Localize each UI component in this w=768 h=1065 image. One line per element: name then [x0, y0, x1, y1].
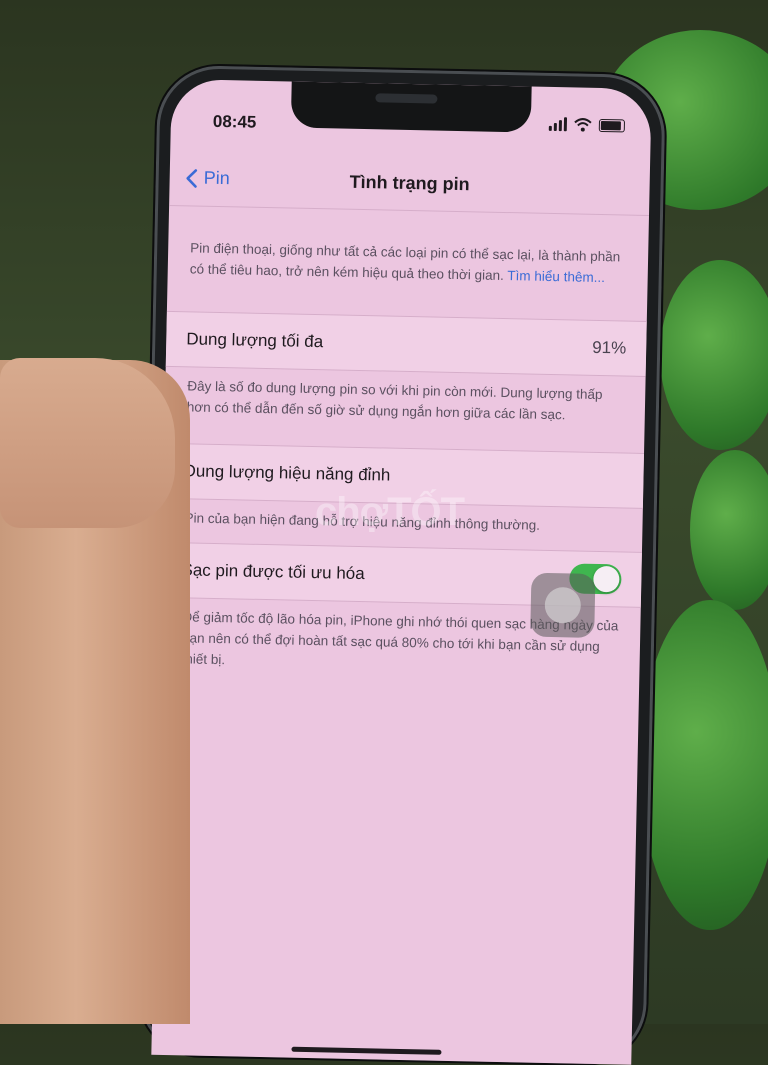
status-time: 08:45	[212, 111, 257, 132]
max-capacity-value: 91%	[592, 337, 627, 358]
max-capacity-label: Dung lượng tối đa	[186, 329, 324, 352]
thumb	[0, 358, 175, 528]
background-leaf	[690, 450, 768, 610]
intro-text: Pin điện thoại, giống như tất cả các loạ…	[189, 240, 621, 286]
background-leaf	[660, 260, 768, 450]
peak-performance-row: Dung lượng hiệu năng đỉnh	[162, 442, 645, 509]
home-indicator[interactable]	[291, 1046, 442, 1055]
learn-more-link[interactable]: Tìm hiểu thêm...	[507, 268, 605, 285]
page-title: Tình trạng pin	[349, 171, 470, 195]
phone-screen: 08:45 Pin Tình trạng pin Pin điện thoại,…	[151, 78, 652, 1065]
max-capacity-row: Dung lượng tối đa 91%	[165, 310, 647, 377]
background-leaf	[640, 600, 768, 930]
wifi-icon	[574, 118, 592, 132]
cellular-signal-icon	[548, 117, 568, 132]
navigation-bar: Pin Tình trạng pin	[169, 150, 651, 216]
status-icons	[548, 117, 626, 133]
battery-icon	[598, 118, 626, 132]
notch	[290, 81, 532, 133]
assistive-touch-button[interactable]	[530, 572, 596, 638]
optimized-charging-label: Sạc pin được tối ưu hóa	[181, 560, 365, 584]
phone-device: 08:45 Pin Tình trạng pin Pin điện thoại,…	[137, 64, 666, 1065]
peak-performance-label: Dung lượng hiệu năng đỉnh	[183, 461, 391, 485]
max-capacity-footer: Đây là số đo dung lượng pin so với khi p…	[186, 378, 603, 423]
